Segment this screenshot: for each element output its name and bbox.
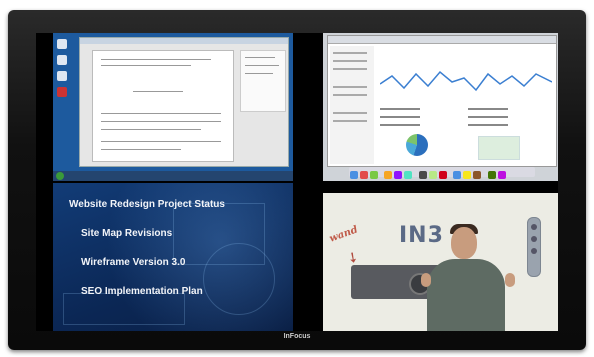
presenter-hand	[505, 273, 515, 287]
document-page	[92, 50, 234, 162]
desktop-icon[interactable]	[57, 71, 67, 81]
desktop-icon[interactable]	[57, 39, 67, 49]
map-thumbnail	[478, 136, 520, 160]
quadrant-slide: Website Redesign Project Status Site Map…	[53, 183, 293, 331]
traffic-line-chart	[380, 70, 552, 92]
remote-icon	[527, 217, 541, 277]
slide-bullet: SEO Implementation Plan	[81, 286, 203, 297]
quadrant-video: IN3 D wand ➘	[323, 193, 558, 331]
document-window[interactable]	[79, 37, 289, 167]
brand-logo: InFocus	[283, 333, 311, 340]
start-orb-icon[interactable]	[56, 172, 64, 180]
presenter-hand	[421, 273, 431, 287]
desktop-icon[interactable]	[57, 55, 67, 65]
browser-window[interactable]	[327, 35, 557, 167]
quadrant-desktop	[53, 33, 293, 181]
dock[interactable]	[349, 167, 535, 179]
browser-toolbar[interactable]	[328, 36, 556, 44]
slide-bullet: Site Map Revisions	[81, 228, 173, 239]
display-screen: Website Redesign Project Status Site Map…	[36, 33, 558, 331]
quadrant-analytics	[323, 33, 558, 181]
wand-annotation: wand	[328, 224, 360, 245]
presenter-head	[451, 227, 477, 259]
slide-bullet: Wireframe Version 3.0	[81, 257, 186, 268]
slide-title: Website Redesign Project Status	[69, 199, 225, 210]
window-titlebar[interactable]	[80, 38, 288, 44]
pie-chart-icon	[406, 134, 428, 156]
desktop-icon[interactable]	[57, 87, 67, 97]
document-sidebar	[240, 50, 286, 112]
taskbar[interactable]	[53, 171, 293, 181]
presenter	[427, 259, 505, 331]
analytics-sidebar[interactable]	[330, 46, 374, 164]
